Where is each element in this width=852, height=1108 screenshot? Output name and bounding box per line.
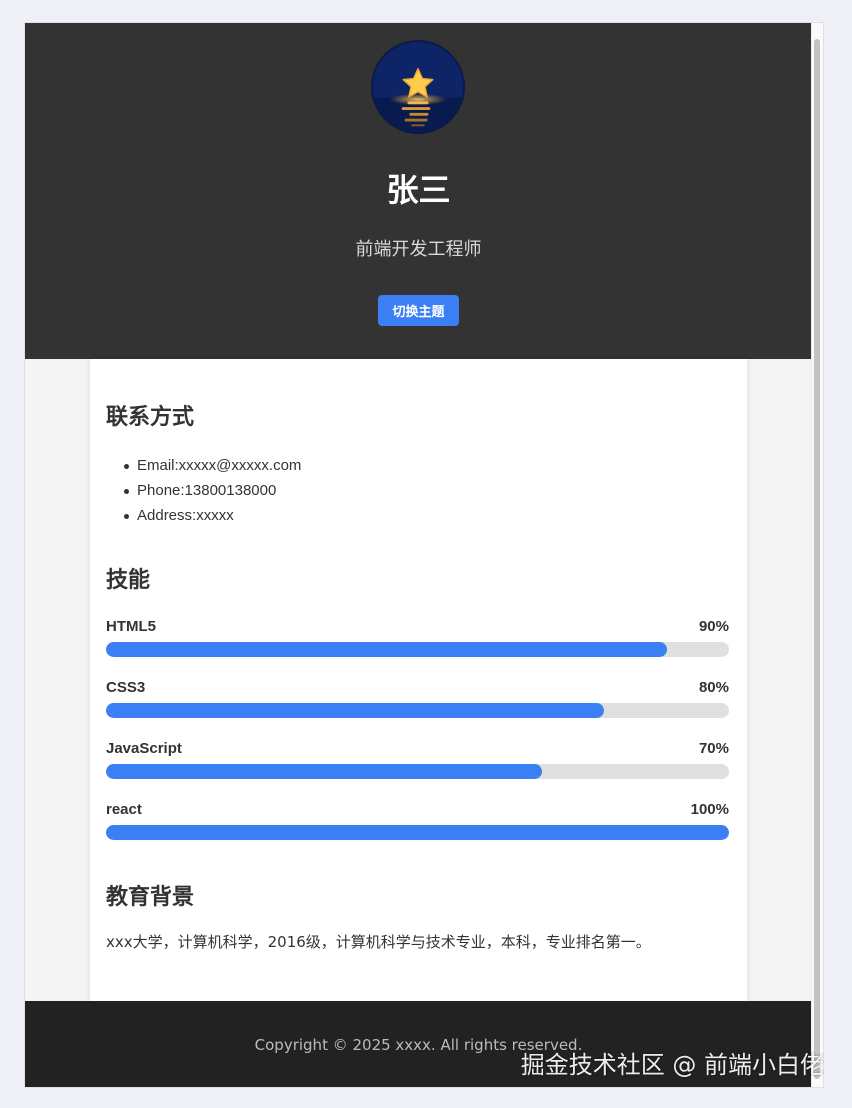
skill-progress-fill [106,642,667,657]
profile-title: 前端开发工程师 [355,239,482,260]
contact-phone: Phone:13800138000 [122,478,301,503]
profile-name: 张三 [386,171,451,209]
skill-item: CSS3 80% [106,679,729,719]
skill-progress-fill [106,764,543,779]
skill-percent: 100% [690,801,729,818]
scrollbar-thumb[interactable] [814,39,820,1079]
browser-viewport: 张三 前端开发工程师 切换主题 联系方式 Email:xxxxx@xxxxx.c… [24,22,824,1088]
education-text: xxx大学，计算机科学，2016级，计算机科学与技术专业，本科，专业排名第一。 [106,933,651,951]
skill-progress-fill [106,825,729,840]
toggle-theme-button[interactable]: 切换主题 [378,295,459,326]
skill-percent: 90% [698,618,729,635]
education-heading: 教育背景 [106,885,195,910]
contact-list: Email:xxxxx@xxxxx.com Phone:13800138000 … [122,453,301,528]
star-icon [373,42,463,132]
resume-content: 联系方式 Email:xxxxx@xxxxx.com Phone:1380013… [90,359,747,1001]
profile-header: 张三 前端开发工程师 切换主题 [25,23,812,359]
skill-progress-track [106,825,729,840]
skill-progress-track [106,642,729,657]
skill-item: JavaScript 70% [106,740,729,780]
skill-item: HTML5 90% [106,618,729,658]
contact-email: Email:xxxxx@xxxxx.com [122,453,301,478]
skill-name: JavaScript [106,740,182,757]
avatar [371,40,465,134]
skill-percent: 80% [698,679,729,696]
contact-heading: 联系方式 [106,405,195,430]
skills-heading: 技能 [106,568,151,593]
skill-percent: 70% [698,740,729,757]
skill-progress-fill [106,703,605,718]
skill-item: react 100% [106,801,729,841]
skill-name: CSS3 [106,679,146,696]
skill-name: react [106,801,142,818]
scrollbar-track[interactable] [811,23,823,1087]
skill-name: HTML5 [106,618,156,635]
contact-address: Address:xxxxx [122,503,301,528]
watermark-text: 掘金技术社区 @ 前端小白佬 [520,1051,824,1079]
skill-progress-track [106,703,729,718]
skill-progress-track [106,764,729,779]
